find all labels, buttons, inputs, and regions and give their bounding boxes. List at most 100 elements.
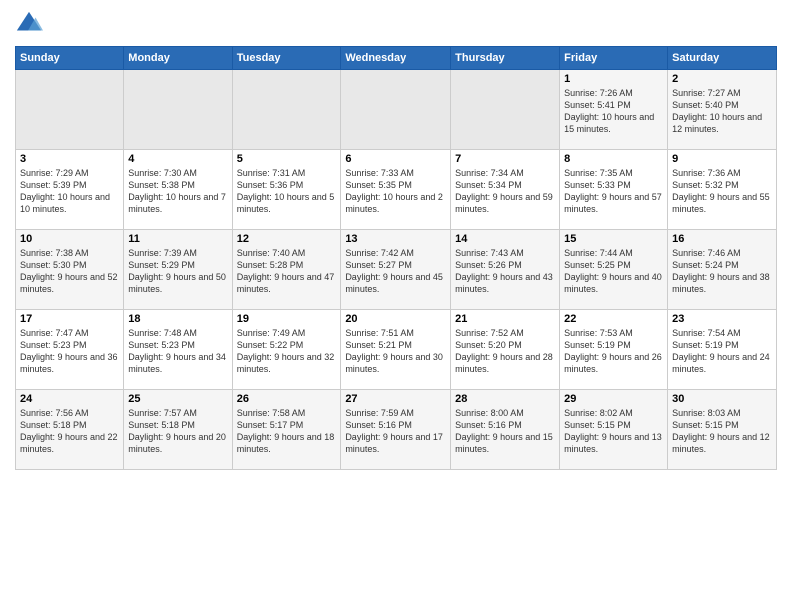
day-info: Sunrise: 7:31 AM Sunset: 5:36 PM Dayligh… — [237, 167, 337, 216]
day-number: 21 — [455, 313, 555, 325]
calendar-day-22: 22 Sunrise: 7:53 AM Sunset: 5:19 PM Dayli… — [560, 310, 668, 390]
calendar-day-23: 23Sunrise: 7:54 AM Sunset: 5:19 PM Dayli… — [668, 310, 777, 390]
day-info: Sunrise: 7:33 AM Sunset: 5:35 PM Dayligh… — [345, 167, 446, 216]
calendar-week-row: 10 Sunrise: 7:38 AM Sunset: 5:30 PM Dayli… — [16, 230, 777, 310]
calendar-day-16: 16 Sunrise: 7:46 AM Sunset: 5:24 PM Dayli… — [668, 230, 777, 310]
day-info: Sunrise: 7:48 AM Sunset: 5:23 PM Dayligh… — [128, 327, 227, 376]
calendar-day-28: 28 Sunrise: 8:00 AM Sunset: 5:16 PM Dayli… — [451, 390, 560, 470]
day-info: Sunrise: 7:49 AM Sunset: 5:22 PM Dayligh… — [237, 327, 337, 376]
day-number: 18 — [128, 313, 227, 325]
calendar-header-monday: Monday — [124, 47, 232, 70]
calendar-day-8: 8 Sunrise: 7:35 AM Sunset: 5:33 PM Daylig… — [560, 150, 668, 230]
day-info: Sunrise: 7:51 AM Sunset: 5:21 PM Dayligh… — [345, 327, 446, 376]
day-number: 1 — [564, 73, 663, 85]
day-number: 4 — [128, 153, 227, 165]
day-info: Sunrise: 7:26 AM Sunset: 5:41 PM Dayligh… — [564, 87, 663, 136]
day-number: 27 — [345, 393, 446, 405]
calendar-header-sunday: Sunday — [16, 47, 124, 70]
day-info: Sunrise: 7:58 AM Sunset: 5:17 PM Dayligh… — [237, 407, 337, 456]
day-info: Sunrise: 7:47 AM Sunset: 5:23 PM Dayligh… — [20, 327, 119, 376]
day-info: Sunrise: 8:03 AM Sunset: 5:15 PM Dayligh… — [672, 407, 772, 456]
day-number: 5 — [237, 153, 337, 165]
day-info: Sunrise: 8:00 AM Sunset: 5:16 PM Dayligh… — [455, 407, 555, 456]
day-number: 16 — [672, 233, 772, 245]
calendar-header-saturday: Saturday — [668, 47, 777, 70]
calendar-empty-cell — [232, 70, 341, 150]
calendar-empty-cell — [341, 70, 451, 150]
calendar-day-20: 20Sunrise: 7:51 AM Sunset: 5:21 PM Dayli… — [341, 310, 451, 390]
calendar-header-wednesday: Wednesday — [341, 47, 451, 70]
day-number: 22 — [564, 313, 663, 325]
calendar-day-9: 9 Sunrise: 7:36 AM Sunset: 5:32 PM Daylig… — [668, 150, 777, 230]
day-number: 8 — [564, 153, 663, 165]
calendar-day-1: 1 Sunrise: 7:26 AM Sunset: 5:41 PM Daylig… — [560, 70, 668, 150]
calendar-header-tuesday: Tuesday — [232, 47, 341, 70]
calendar-day-26: 26 Sunrise: 7:58 AM Sunset: 5:17 PM Dayli… — [232, 390, 341, 470]
calendar-header-friday: Friday — [560, 47, 668, 70]
day-info: Sunrise: 7:57 AM Sunset: 5:18 PM Dayligh… — [128, 407, 227, 456]
logo — [15, 10, 47, 38]
calendar-day-27: 27Sunrise: 7:59 AM Sunset: 5:16 PM Dayli… — [341, 390, 451, 470]
day-number: 14 — [455, 233, 555, 245]
day-number: 11 — [128, 233, 227, 245]
day-number: 10 — [20, 233, 119, 245]
calendar-table: SundayMondayTuesdayWednesdayThursdayFrid… — [15, 46, 777, 470]
calendar-day-24: 24 Sunrise: 7:56 AM Sunset: 5:18 PM Dayli… — [16, 390, 124, 470]
day-info: Sunrise: 8:02 AM Sunset: 5:15 PM Dayligh… — [564, 407, 663, 456]
calendar-day-3: 3 Sunrise: 7:29 AM Sunset: 5:39 PM Daylig… — [16, 150, 124, 230]
calendar-day-4: 4 Sunrise: 7:30 AM Sunset: 5:38 PM Daylig… — [124, 150, 232, 230]
day-number: 17 — [20, 313, 119, 325]
calendar-empty-cell — [124, 70, 232, 150]
calendar-day-14: 14 Sunrise: 7:43 AM Sunset: 5:26 PM Dayli… — [451, 230, 560, 310]
calendar-week-row: 3 Sunrise: 7:29 AM Sunset: 5:39 PM Daylig… — [16, 150, 777, 230]
day-number: 19 — [237, 313, 337, 325]
calendar-day-13: 13Sunrise: 7:42 AM Sunset: 5:27 PM Dayli… — [341, 230, 451, 310]
day-info: Sunrise: 7:56 AM Sunset: 5:18 PM Dayligh… — [20, 407, 119, 456]
day-info: Sunrise: 7:52 AM Sunset: 5:20 PM Dayligh… — [455, 327, 555, 376]
day-number: 28 — [455, 393, 555, 405]
day-info: Sunrise: 7:40 AM Sunset: 5:28 PM Dayligh… — [237, 247, 337, 296]
day-info: Sunrise: 7:38 AM Sunset: 5:30 PM Dayligh… — [20, 247, 119, 296]
calendar-day-10: 10 Sunrise: 7:38 AM Sunset: 5:30 PM Dayli… — [16, 230, 124, 310]
day-number: 26 — [237, 393, 337, 405]
day-number: 25 — [128, 393, 227, 405]
day-info: Sunrise: 7:29 AM Sunset: 5:39 PM Dayligh… — [20, 167, 119, 216]
calendar-header-thursday: Thursday — [451, 47, 560, 70]
calendar-day-7: 7Sunrise: 7:34 AM Sunset: 5:34 PM Daylig… — [451, 150, 560, 230]
calendar-week-row: 17 Sunrise: 7:47 AM Sunset: 5:23 PM Dayli… — [16, 310, 777, 390]
day-info: Sunrise: 7:34 AM Sunset: 5:34 PM Dayligh… — [455, 167, 555, 216]
calendar-header-row: SundayMondayTuesdayWednesdayThursdayFrid… — [16, 47, 777, 70]
day-number: 12 — [237, 233, 337, 245]
calendar-week-row: 1 Sunrise: 7:26 AM Sunset: 5:41 PM Daylig… — [16, 70, 777, 150]
day-info: Sunrise: 7:42 AM Sunset: 5:27 PM Dayligh… — [345, 247, 446, 296]
day-info: Sunrise: 7:35 AM Sunset: 5:33 PM Dayligh… — [564, 167, 663, 216]
calendar-empty-cell — [16, 70, 124, 150]
calendar-day-17: 17 Sunrise: 7:47 AM Sunset: 5:23 PM Dayli… — [16, 310, 124, 390]
day-info: Sunrise: 7:53 AM Sunset: 5:19 PM Dayligh… — [564, 327, 663, 376]
day-number: 6 — [345, 153, 446, 165]
logo-icon — [15, 10, 43, 38]
calendar-day-19: 19 Sunrise: 7:49 AM Sunset: 5:22 PM Dayli… — [232, 310, 341, 390]
header — [15, 10, 777, 38]
day-info: Sunrise: 7:46 AM Sunset: 5:24 PM Dayligh… — [672, 247, 772, 296]
day-number: 15 — [564, 233, 663, 245]
day-number: 3 — [20, 153, 119, 165]
day-info: Sunrise: 7:27 AM Sunset: 5:40 PM Dayligh… — [672, 87, 772, 136]
calendar-day-18: 18 Sunrise: 7:48 AM Sunset: 5:23 PM Dayli… — [124, 310, 232, 390]
day-number: 2 — [672, 73, 772, 85]
day-number: 9 — [672, 153, 772, 165]
day-info: Sunrise: 7:30 AM Sunset: 5:38 PM Dayligh… — [128, 167, 227, 216]
day-info: Sunrise: 7:36 AM Sunset: 5:32 PM Dayligh… — [672, 167, 772, 216]
day-number: 29 — [564, 393, 663, 405]
calendar-day-29: 29 Sunrise: 8:02 AM Sunset: 5:15 PM Dayli… — [560, 390, 668, 470]
day-info: Sunrise: 7:44 AM Sunset: 5:25 PM Dayligh… — [564, 247, 663, 296]
calendar-day-11: 11 Sunrise: 7:39 AM Sunset: 5:29 PM Dayli… — [124, 230, 232, 310]
day-info: Sunrise: 7:43 AM Sunset: 5:26 PM Dayligh… — [455, 247, 555, 296]
day-info: Sunrise: 7:39 AM Sunset: 5:29 PM Dayligh… — [128, 247, 227, 296]
day-info: Sunrise: 7:54 AM Sunset: 5:19 PM Dayligh… — [672, 327, 772, 376]
calendar-week-row: 24 Sunrise: 7:56 AM Sunset: 5:18 PM Dayli… — [16, 390, 777, 470]
calendar-day-25: 25 Sunrise: 7:57 AM Sunset: 5:18 PM Dayli… — [124, 390, 232, 470]
day-number: 24 — [20, 393, 119, 405]
calendar-day-21: 21 Sunrise: 7:52 AM Sunset: 5:20 PM Dayli… — [451, 310, 560, 390]
calendar-day-30: 30Sunrise: 8:03 AM Sunset: 5:15 PM Dayli… — [668, 390, 777, 470]
